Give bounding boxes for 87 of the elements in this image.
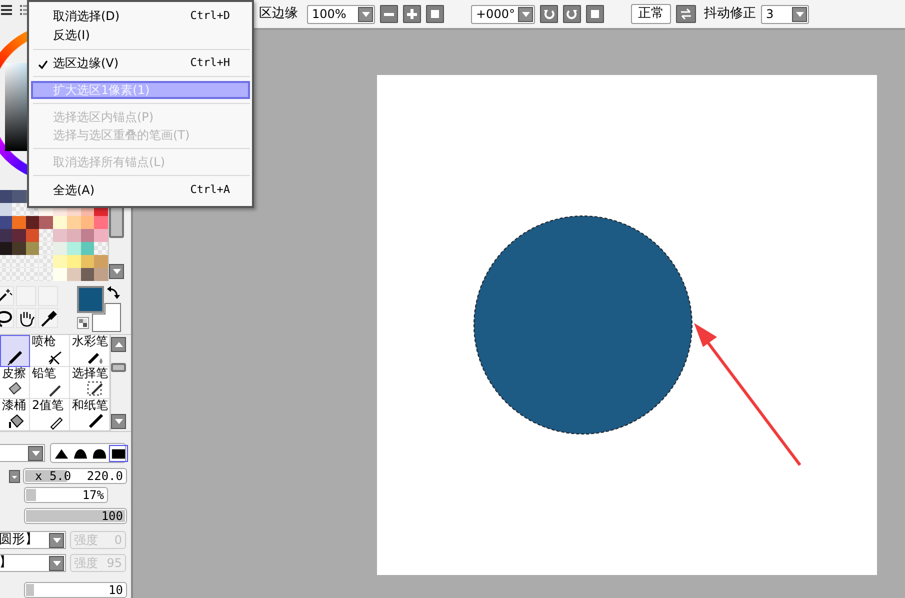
color-swatch[interactable] [53, 228, 67, 242]
round-shape-icon [92, 446, 107, 460]
color-swatch[interactable] [0, 228, 12, 242]
brush-tool[interactable]: 漆桶 [0, 398, 30, 431]
brush-tool[interactable]: 喷枪 [30, 334, 70, 367]
eyedropper-icon [39, 308, 57, 327]
color-swatch[interactable] [53, 242, 67, 255]
caret-icon [360, 9, 372, 19]
brush-mode-dropdown[interactable] [0, 444, 45, 462]
min-size-slider[interactable]: 17% [24, 487, 108, 504]
zoom-in-button[interactable] [403, 5, 421, 23]
caret-icon [520, 9, 532, 19]
rotate-left-button[interactable] [540, 5, 558, 23]
brush-tool[interactable]: 2值笔 [30, 398, 70, 431]
color-swatch[interactable] [0, 202, 12, 216]
menu-item[interactable]: 取消选择(D) Ctrl+D [31, 7, 250, 25]
zoom-out-button[interactable] [380, 5, 398, 23]
brush-tool[interactable]: 水彩笔 [70, 334, 110, 367]
zoom-dropdown[interactable]: 100% [307, 4, 375, 24]
color-swatch[interactable] [94, 228, 108, 242]
menu-item[interactable]: 选区边缘(V) Ctrl+H [31, 54, 250, 72]
size-slider[interactable]: x 5.0 220.0 [23, 468, 127, 484]
tool-button[interactable] [0, 286, 14, 306]
tool-button[interactable] [38, 308, 58, 328]
canvas[interactable] [377, 75, 877, 575]
caret-icon [110, 266, 122, 276]
color-swatch[interactable] [12, 190, 26, 203]
stabilizer-label: 抖动修正 [704, 5, 756, 24]
brush-tool[interactable]: 和纸笔 [70, 398, 110, 431]
scroll-down-button[interactable] [109, 264, 124, 279]
flat-shape-icon [111, 446, 126, 460]
toolbar-label: 区边缘 [259, 5, 298, 24]
caret-icon [30, 448, 42, 458]
rotate-right-button[interactable] [563, 5, 581, 23]
scrollbar-thumb[interactable] [109, 206, 124, 238]
caret-icon [112, 416, 124, 426]
color-swatch[interactable] [0, 216, 12, 229]
color-swatch[interactable] [53, 268, 67, 281]
caret-icon [794, 9, 806, 19]
color-swatch[interactable] [53, 216, 67, 229]
flip-icon [680, 8, 692, 20]
tool-button[interactable] [0, 308, 14, 328]
zoom-reset-button[interactable] [426, 5, 444, 23]
brush-shape-button[interactable] [109, 444, 128, 462]
color-swatch[interactable] [0, 242, 12, 255]
selection-pen-icon [87, 380, 105, 398]
brush-tool[interactable]: 铅笔 [30, 366, 70, 399]
blend-mode-button[interactable]: 正常 [631, 4, 671, 24]
color-swatch[interactable] [94, 254, 108, 268]
color-swatch[interactable] [39, 216, 53, 229]
primary-color[interactable] [77, 286, 104, 313]
caret-icon [50, 535, 62, 546]
color-swatch[interactable] [94, 268, 108, 281]
sharp-shape-icon [54, 446, 69, 460]
caret-icon [50, 558, 62, 568]
color-swatch[interactable] [94, 216, 108, 229]
bucket-icon [7, 412, 25, 430]
square-icon [589, 8, 601, 20]
brush-tool[interactable] [0, 334, 30, 367]
list-icon [1, 4, 12, 16]
stabilizer-dropdown[interactable]: 3 [761, 4, 809, 24]
density-slider[interactable]: 100 [24, 508, 127, 524]
scroll-down-button[interactable] [111, 414, 126, 429]
rotation-dropdown[interactable]: +000° [471, 4, 535, 24]
lasso-icon [0, 308, 13, 327]
rotation-reset-button[interactable] [586, 5, 604, 23]
brush-shape-selector[interactable] [50, 443, 126, 464]
menu-item[interactable]: 全选(A) Ctrl+A [31, 180, 250, 200]
size-mode-button[interactable] [9, 470, 20, 483]
scrollbar-thumb[interactable] [111, 363, 126, 372]
scroll-up-button[interactable] [111, 336, 126, 352]
pen-icon [87, 412, 105, 430]
rotate-right-icon [566, 8, 578, 20]
color-swatch[interactable] [53, 254, 67, 268]
flip-button[interactable] [676, 5, 696, 23]
brush-tool[interactable]: 选择笔 [70, 366, 110, 399]
rotate-left-icon [543, 8, 555, 20]
slider[interactable]: 10 [24, 582, 127, 598]
rounded-shape-icon [73, 446, 88, 460]
plus-icon [406, 8, 418, 20]
menu-item[interactable]: 反选(I) [31, 25, 250, 45]
brush-tool[interactable]: 皮擦 [0, 366, 30, 399]
swap-icon [107, 286, 120, 300]
tool-button[interactable] [16, 308, 36, 328]
square-icon [429, 8, 441, 20]
color-swatch[interactable] [0, 190, 12, 203]
reset-colors-icon [77, 316, 89, 329]
